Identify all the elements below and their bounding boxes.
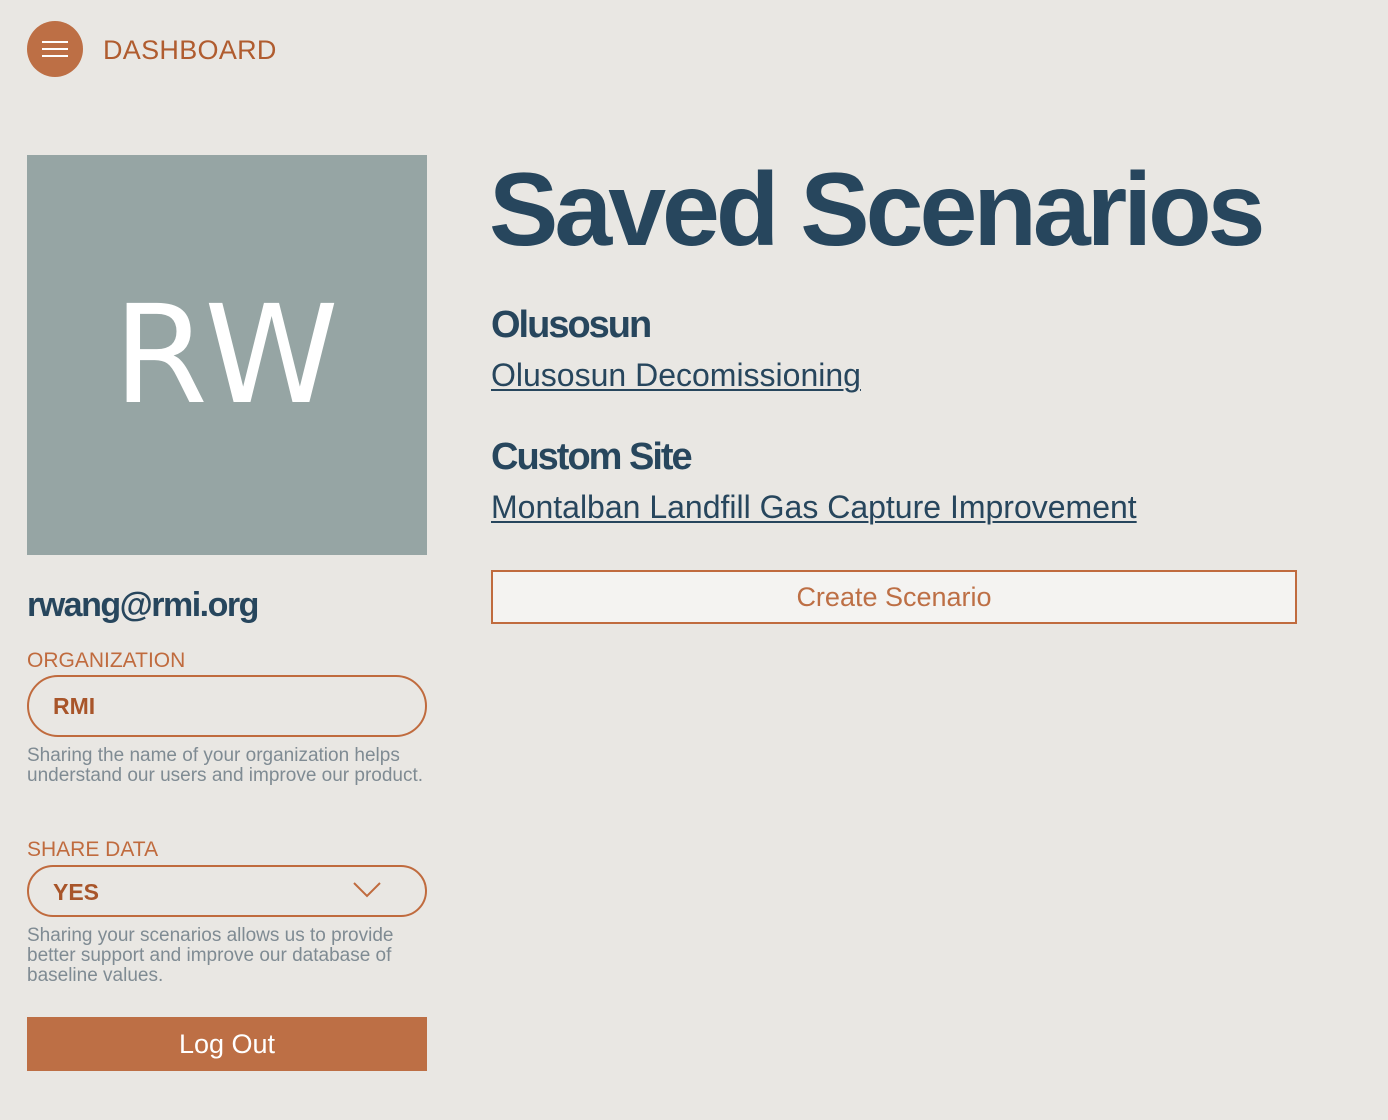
menu-button[interactable]	[27, 21, 83, 77]
logout-button[interactable]: Log Out	[27, 1017, 427, 1071]
scenario-group-title: Custom Site	[491, 436, 693, 478]
scenario-link[interactable]: Olusosun Decomissioning	[491, 357, 861, 393]
hamburger-menu-icon	[42, 41, 68, 57]
organization-input[interactable]	[27, 675, 427, 737]
scenario-group-title: Olusosun	[491, 304, 652, 346]
organization-help-text: Sharing the name of your organization he…	[27, 745, 424, 786]
user-email: rwang@rmi.org	[27, 586, 259, 624]
nav-title: DASHBOARD	[103, 35, 277, 65]
share-data-label: SHARE DATA	[27, 838, 159, 861]
avatar-initials: RW	[113, 277, 341, 435]
share-data-help-text: Sharing your scenarios allows us to prov…	[27, 925, 394, 986]
organization-label: ORGANIZATION	[27, 649, 186, 672]
avatar: RW	[27, 155, 427, 555]
chevron-down-icon	[353, 882, 381, 898]
scenario-link[interactable]: Montalban Landfill Gas Capture Improveme…	[491, 489, 1137, 525]
share-data-value: YES	[53, 879, 100, 905]
create-scenario-button[interactable]: Create Scenario	[491, 570, 1297, 624]
page-title: Saved Scenarios	[489, 152, 1265, 268]
share-data-select[interactable]: YES	[27, 865, 427, 917]
